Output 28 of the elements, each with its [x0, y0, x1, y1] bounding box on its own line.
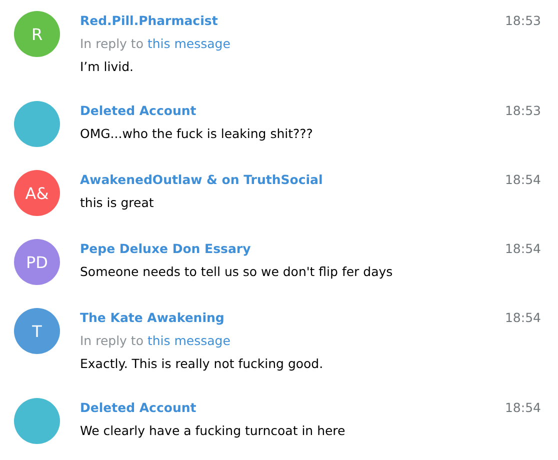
- message-text: I’m livid.: [80, 58, 135, 76]
- reply-line: In reply to this message: [80, 332, 232, 350]
- message-time: 18:54: [504, 240, 541, 258]
- sender-name[interactable]: Deleted Account: [80, 396, 196, 419]
- avatar[interactable]: A&: [14, 170, 60, 216]
- message-time: 18:54: [504, 309, 541, 327]
- sender-name[interactable]: Red.Pill.Pharmacist: [80, 9, 218, 32]
- reply-link[interactable]: this message: [147, 36, 230, 51]
- sender-name[interactable]: AwakenedOutlaw & on TruthSocial: [80, 168, 323, 191]
- sender-name[interactable]: Pepe Deluxe Don Essary: [80, 237, 251, 260]
- message-time: 18:54: [504, 171, 541, 189]
- avatar[interactable]: R: [14, 11, 60, 57]
- reply-line: In reply to this message: [80, 35, 232, 53]
- message-text: this is great: [80, 194, 155, 212]
- avatar[interactable]: PD: [14, 239, 60, 285]
- message-time: 18:53: [504, 102, 541, 120]
- reply-link[interactable]: this message: [147, 333, 230, 348]
- message-text: We clearly have a fucking turncoat in here: [80, 422, 346, 440]
- avatar[interactable]: T: [14, 308, 60, 354]
- message-time: 18:54: [504, 399, 541, 417]
- message-text: Someone needs to tell us so we don't flip fer days: [80, 263, 394, 281]
- avatar[interactable]: [14, 398, 60, 444]
- message-text: Exactly. This is really not fucking good.: [80, 355, 324, 373]
- avatar[interactable]: [14, 101, 60, 147]
- sender-name[interactable]: The Kate Awakening: [80, 306, 224, 329]
- message-text: OMG...who the fuck is leaking shit???: [80, 125, 314, 143]
- message-time: 18:53: [504, 12, 541, 30]
- sender-name[interactable]: Deleted Account: [80, 99, 196, 122]
